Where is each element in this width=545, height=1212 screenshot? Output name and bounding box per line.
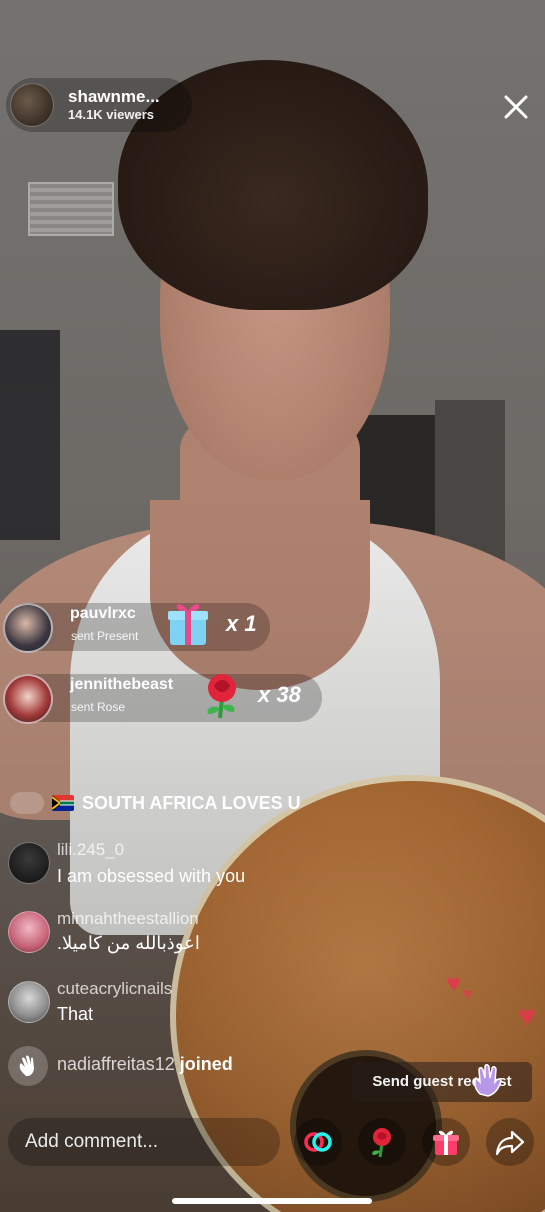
floating-heart-icon: ♥ xyxy=(446,968,462,998)
close-icon xyxy=(504,95,528,119)
avatar[interactable] xyxy=(10,792,44,814)
gift-count: x 1 xyxy=(226,611,257,636)
rose-icon xyxy=(372,1128,391,1158)
host-name: shawnme... xyxy=(68,87,160,106)
avatar[interactable] xyxy=(3,674,53,724)
banner-comment: SOUTH AFRICA LOVES U xyxy=(10,792,301,814)
comment-text: اعوذبالله من كاميلا. xyxy=(57,933,200,953)
south-africa-flag-icon xyxy=(52,795,74,811)
floating-heart-icon: ♥ xyxy=(518,1000,536,1033)
gift-action: sent Rose xyxy=(71,700,126,714)
banner-text: SOUTH AFRICA LOVES U xyxy=(82,792,301,813)
gift-banner: jennithebeast sent Rose x 38 xyxy=(0,668,330,728)
avatar[interactable] xyxy=(3,603,53,653)
host-avatar[interactable] xyxy=(10,83,54,127)
joined-username[interactable]: nadiaffreitas12 xyxy=(57,1054,175,1074)
avatar[interactable] xyxy=(8,981,50,1023)
gift-count: x 38 xyxy=(258,682,301,707)
share-arrow-icon xyxy=(495,1130,525,1156)
gift-box-icon xyxy=(433,1130,459,1155)
gift-banner: pauvlrxc sent Present x 1 xyxy=(0,597,330,657)
comment-text: I am obsessed with you xyxy=(57,866,246,886)
comment-username[interactable]: minnahtheestallion xyxy=(57,909,199,929)
gift-sender-name[interactable]: jennithebeast xyxy=(70,676,173,694)
rose-gift-button[interactable] xyxy=(358,1118,406,1166)
gift-action: sent Present xyxy=(71,629,139,643)
comment-username[interactable]: lili.245_0 xyxy=(57,840,124,860)
gift-button[interactable] xyxy=(422,1118,470,1166)
joined-notice: nadiaffreitas12 joined xyxy=(0,1044,360,1088)
rose-icon xyxy=(194,668,250,724)
multi-guest-button[interactable] xyxy=(294,1118,342,1166)
waving-hand-icon xyxy=(8,1046,48,1086)
link-rings-icon xyxy=(304,1132,332,1152)
host-profile-chip[interactable]: shawnme... 14.1K viewers xyxy=(6,78,192,132)
comment-username[interactable]: cuteacrylicnails xyxy=(57,979,172,999)
share-button[interactable] xyxy=(486,1118,534,1166)
close-button[interactable] xyxy=(495,86,537,128)
raised-hand-icon xyxy=(468,1060,508,1109)
comment-text: That xyxy=(57,1004,94,1024)
gift-sender-name[interactable]: pauvlrxc xyxy=(70,605,136,623)
home-indicator[interactable] xyxy=(172,1198,372,1204)
viewer-count: 14.1K viewers xyxy=(68,107,155,122)
floating-heart-icon: ♥ xyxy=(462,984,473,1004)
gift-box-icon xyxy=(160,597,216,653)
joined-action: joined xyxy=(179,1054,233,1074)
avatar[interactable] xyxy=(8,911,50,953)
comment-input[interactable]: Add comment... xyxy=(8,1118,280,1166)
avatar[interactable] xyxy=(8,842,50,884)
